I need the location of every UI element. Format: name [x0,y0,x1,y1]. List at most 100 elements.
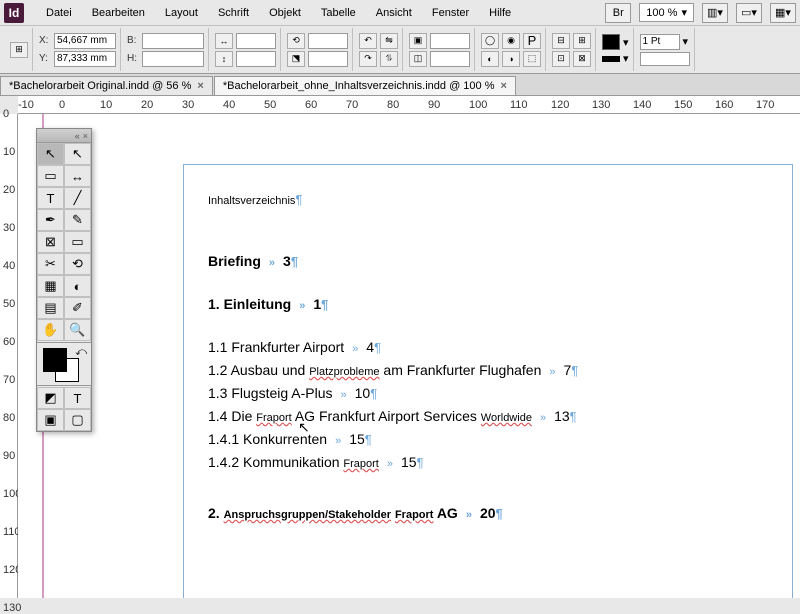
w-label: B: [127,35,139,46]
pathfinder-5-icon[interactable]: ⬚ [523,51,541,67]
chevron-down-icon[interactable]: ▾ [683,35,689,48]
y-input[interactable] [54,51,116,67]
close-icon[interactable]: × [501,80,507,92]
document-canvas[interactable]: Inhaltsverzeichnis¶ Briefing»3¶1. Einlei… [18,114,800,598]
menu-bar: Id Datei Bearbeiten Layout Schrift Objek… [0,0,800,26]
stroke-weight-input[interactable] [640,34,680,50]
stroke-style-select[interactable] [640,52,690,66]
pathfinder-3-icon[interactable]: ◐ [481,51,499,67]
horizontal-ruler[interactable]: -100102030405060708090100110120130140150… [18,96,800,114]
placeholder-p-icon[interactable]: P [523,33,541,49]
toc-entry: 2. Anspruchsgruppen/Stakeholder Fraport … [208,503,768,524]
menu-objekt[interactable]: Objekt [259,3,311,23]
text-mode-button[interactable]: T [64,387,91,409]
menu-tabelle[interactable]: Tabelle [311,3,366,23]
menu-hilfe[interactable]: Hilfe [479,3,521,23]
chevron-down-icon[interactable]: ▾ [623,52,629,65]
document-tabs: *Bachelorarbeit Original.indd @ 56 %× *B… [0,74,800,96]
menu-schrift[interactable]: Schrift [208,3,259,23]
tab-document-2[interactable]: *Bachelorarbeit_ohne_Inhaltsverzeichnis.… [214,76,516,95]
document-content: Inhaltsverzeichnis¶ Briefing»3¶1. Einlei… [208,179,768,526]
fill-swatch[interactable] [602,34,620,50]
line-tool[interactable]: ╱ [64,187,91,209]
shear-input[interactable] [308,51,348,67]
toc-entry: 1.4.2 Kommunikation Fraport»15¶ [208,452,768,473]
x-input[interactable] [54,33,116,49]
view-options-button[interactable]: ▥▾ [702,3,728,23]
close-icon[interactable]: × [83,131,88,141]
container-icon[interactable]: ▣ [409,33,427,49]
app-icon: Id [4,3,24,23]
flip-v-icon[interactable]: ⥮ [380,51,398,67]
sel-x-input[interactable] [430,33,470,49]
align-3-icon[interactable]: ⊡ [552,51,570,67]
scissors-tool[interactable]: ✂ [37,253,64,275]
screen-mode-button[interactable]: ▭▾ [736,3,762,23]
bridge-button[interactable]: Br [605,3,631,23]
pen-tool[interactable]: ✒ [37,209,64,231]
pathfinder-4-icon[interactable]: ◑ [502,51,520,67]
gradient-feather-tool[interactable]: ◐ [64,275,91,297]
preview-button[interactable]: ▢ [64,409,91,431]
toc-entry: 1.4.1 Konkurrenten»15¶ [208,429,768,450]
gradient-swatch-tool[interactable]: ▦ [37,275,64,297]
x-label: X: [39,35,51,46]
sel-y-input[interactable] [430,51,470,67]
pilcrow-icon: ¶ [295,192,302,207]
collapse-icon[interactable]: « [75,131,80,141]
scale-y-input[interactable] [236,51,276,67]
zoom-level[interactable]: 100 %▾ [639,3,694,22]
menu-ansicht[interactable]: Ansicht [366,3,422,23]
rect-frame-tool[interactable]: ⊠ [37,231,64,253]
scale-x-input[interactable] [236,33,276,49]
toc-entry: 1.1 Frankfurter Airport»4¶ [208,337,768,358]
align-1-icon[interactable]: ⊟ [552,33,570,49]
rotate-icon: ⟲ [287,33,305,49]
zoom-tool[interactable]: 🔍 [64,319,91,341]
toc-entry: 1.3 Flugsteig A-Plus»10¶ [208,383,768,404]
fill-mode-button[interactable]: ◩ [37,387,64,409]
toc-entry: 1.2 Ausbau und Platzprobleme am Frankfur… [208,360,768,381]
menu-datei[interactable]: Datei [36,3,82,23]
width-input[interactable] [142,33,204,49]
rectangle-tool[interactable]: ▭ [64,231,91,253]
ref-point-icon[interactable]: ⊞ [10,42,28,58]
pathfinder-1-icon[interactable]: ◯ [481,33,499,49]
chevron-down-icon: ▾ [681,6,687,19]
gap-tool[interactable]: ↔ [64,165,91,187]
direct-select-tool[interactable]: ↖ [64,143,91,165]
menu-layout[interactable]: Layout [155,3,208,23]
transform-tool[interactable]: ⟲ [64,253,91,275]
fill-color[interactable] [43,348,67,372]
pathfinder-2-icon[interactable]: ◉ [502,33,520,49]
page-title: Inhaltsverzeichnis¶ [208,179,768,211]
tools-panel[interactable]: « × ↖↖▭↔T╱✒✎⊠▭✂⟲▦◐▤✐✋🔍⤺◩T▣▢ [36,128,92,432]
note-tool[interactable]: ▤ [37,297,64,319]
type-tool[interactable]: T [37,187,64,209]
selection-tool[interactable]: ↖ [37,143,64,165]
eyedropper-tool[interactable]: ✐ [64,297,91,319]
y-label: Y: [39,53,51,64]
menu-bearbeiten[interactable]: Bearbeiten [82,3,155,23]
panel-header[interactable]: « × [37,129,91,143]
align-4-icon[interactable]: ⊠ [573,51,591,67]
close-icon[interactable]: × [197,80,203,92]
normal-view-button[interactable]: ▣ [37,409,64,431]
toc-entry: 1.4 Die Fraport AG Frankfurt Airport Ser… [208,406,768,427]
align-2-icon[interactable]: ⊞ [573,33,591,49]
chevron-down-icon[interactable]: ▾ [623,36,629,49]
rotate-cw-icon[interactable]: ↷ [359,51,377,67]
rotate-ccw-icon[interactable]: ↶ [359,33,377,49]
arrange-button[interactable]: ▦▾ [770,3,796,23]
hand-tool[interactable]: ✋ [37,319,64,341]
tab-document-1[interactable]: *Bachelorarbeit Original.indd @ 56 %× [0,76,213,95]
rotate-input[interactable] [308,33,348,49]
menu-fenster[interactable]: Fenster [422,3,479,23]
flip-h-icon[interactable]: ⇋ [380,33,398,49]
height-input[interactable] [142,51,204,67]
vertical-ruler[interactable]: 0102030405060708090100110120130 [0,114,18,598]
stroke-swatch[interactable] [602,56,620,62]
content-icon[interactable]: ◫ [409,51,427,67]
page-tool[interactable]: ▭ [37,165,64,187]
pencil-tool[interactable]: ✎ [64,209,91,231]
